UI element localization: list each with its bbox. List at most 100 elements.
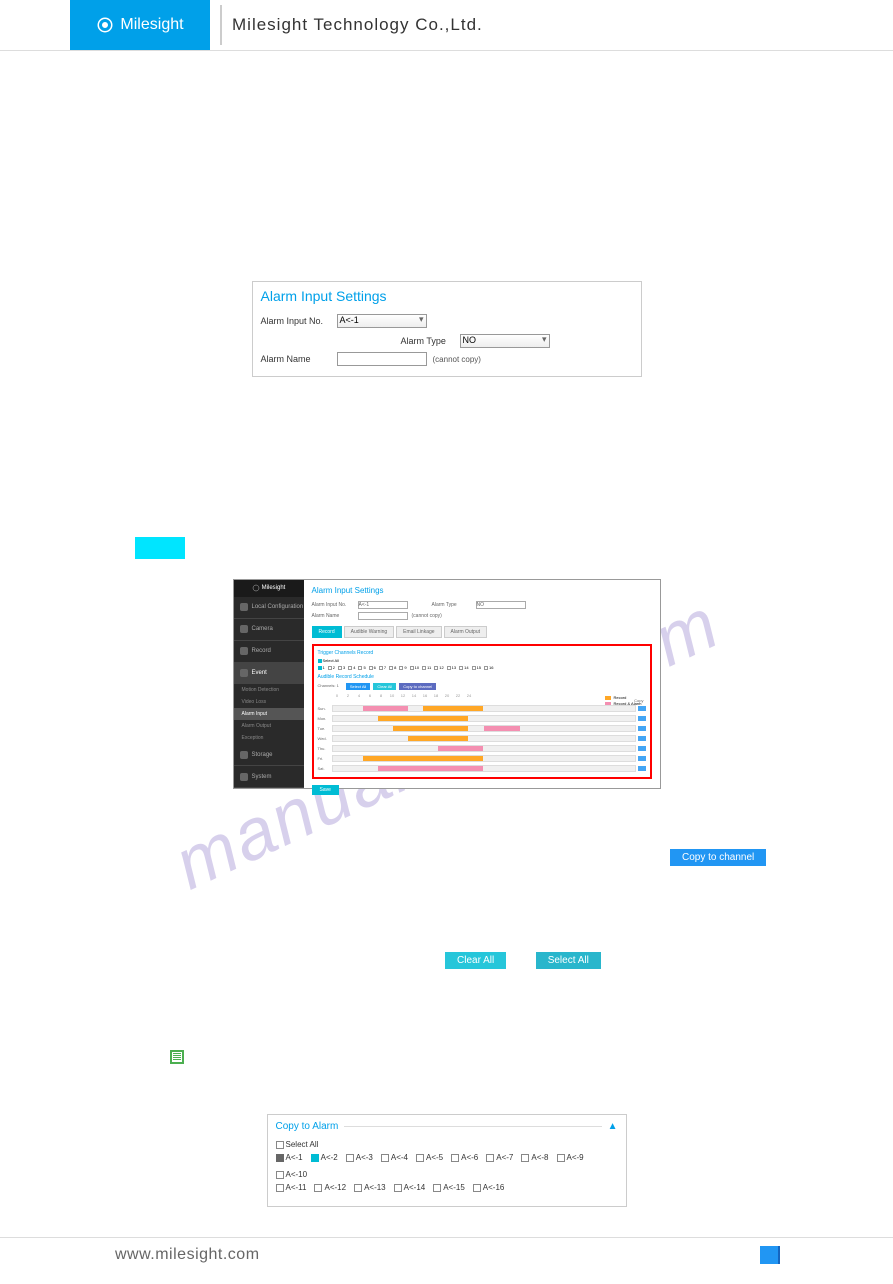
checkbox-icon[interactable] <box>311 1154 319 1162</box>
checkbox-icon[interactable] <box>314 1184 322 1192</box>
ss-main: Alarm Input Settings Alarm Input No. A<-… <box>304 580 660 788</box>
schedule-bar-fri[interactable] <box>332 755 636 762</box>
select-all-button[interactable]: Select All <box>536 952 601 969</box>
checkbox-icon[interactable] <box>472 666 476 670</box>
ais-name-note: (cannot copy) <box>433 355 481 364</box>
tab-record[interactable]: Record <box>312 626 342 638</box>
schedule-bar-wed[interactable] <box>332 735 636 742</box>
ss-name-input[interactable] <box>358 612 408 620</box>
sidebar-sub-videoloss[interactable]: Video Loss <box>234 696 304 708</box>
checkbox-icon[interactable] <box>394 1184 402 1192</box>
checkbox-icon[interactable] <box>434 666 438 670</box>
checkbox-icon[interactable] <box>473 1184 481 1192</box>
checkbox-icon[interactable] <box>422 666 426 670</box>
checkbox-icon[interactable] <box>318 666 322 670</box>
ss-name-note: (cannot copy) <box>412 613 442 619</box>
page-header: Milesight Milesight Technology Co.,Ltd. <box>0 0 893 50</box>
sidebar-sub-alarm-input[interactable]: Alarm Input <box>234 708 304 720</box>
sidebar-item-storage[interactable]: Storage <box>234 744 304 766</box>
checkbox-icon[interactable] <box>358 666 362 670</box>
checkbox-icon[interactable] <box>389 666 393 670</box>
page-footer: www.milesight.com <box>0 1237 893 1284</box>
checkbox-icon[interactable] <box>276 1141 284 1149</box>
ss-clear-all-button[interactable]: Clear All <box>373 683 396 690</box>
checkbox-icon[interactable] <box>451 1154 459 1162</box>
checkbox-icon[interactable] <box>379 666 383 670</box>
checkbox-icon[interactable] <box>381 1154 389 1162</box>
ss-copy-channel-button[interactable]: Copy to channel <box>399 683 436 690</box>
ais-type-label: Alarm Type <box>401 336 456 346</box>
schedule-bar-thu[interactable] <box>332 745 636 752</box>
ss-type-select[interactable]: NO <box>476 601 526 609</box>
gear-icon <box>240 603 248 611</box>
checkbox-icon[interactable] <box>276 1184 284 1192</box>
checkbox-icon[interactable] <box>410 666 414 670</box>
clear-all-button[interactable]: Clear All <box>445 952 506 969</box>
header-rule <box>0 50 893 51</box>
schedule-bar-sat[interactable] <box>332 765 636 772</box>
copy-icon[interactable] <box>638 766 646 771</box>
checkbox-icon[interactable] <box>447 666 451 670</box>
checkbox-icon[interactable] <box>276 1171 284 1179</box>
legend-swatch-record <box>605 696 611 700</box>
checkbox-icon[interactable] <box>433 1184 441 1192</box>
checkbox-icon[interactable] <box>328 666 332 670</box>
sidebar-sub-exception[interactable]: Exception <box>234 732 304 744</box>
ss-tabs: Record Audible Warning Email Linkage Ala… <box>312 626 652 638</box>
checkbox-icon[interactable] <box>318 659 322 663</box>
highlight-block <box>135 537 185 559</box>
schedule-bar-mon[interactable] <box>332 715 636 722</box>
system-icon <box>240 773 248 781</box>
tab-audible[interactable]: Audible Warning <box>344 626 395 638</box>
divider-line <box>344 1126 601 1127</box>
checkbox-icon[interactable] <box>346 1154 354 1162</box>
ais-input-no-select[interactable]: A<-1 <box>337 314 427 328</box>
checkbox-icon[interactable] <box>354 1184 362 1192</box>
ais-name-input[interactable] <box>337 352 427 366</box>
copy-to-channel-button[interactable]: Copy to channel <box>670 849 766 866</box>
chevron-up-icon[interactable]: ▲ <box>608 1121 618 1132</box>
checkbox-icon[interactable] <box>416 1154 424 1162</box>
ais-input-no-label: Alarm Input No. <box>261 316 331 326</box>
checkbox-icon[interactable] <box>348 666 352 670</box>
brand-logo: Milesight <box>70 0 210 50</box>
schedule-bar-sun[interactable] <box>332 705 636 712</box>
tab-email[interactable]: Email Linkage <box>396 626 441 638</box>
sidebar-item-record[interactable]: Record <box>234 641 304 663</box>
sidebar-item-local[interactable]: Local Configuration <box>234 597 304 619</box>
checkbox-icon[interactable] <box>484 666 488 670</box>
copy-alarm-title: Copy to Alarm <box>276 1121 339 1132</box>
tab-alarm-output[interactable]: Alarm Output <box>444 626 487 638</box>
sidebar-sub-alarm-output[interactable]: Alarm Output <box>234 720 304 732</box>
ss-select-all-button[interactable]: Select All <box>346 683 370 690</box>
checkbox-icon[interactable] <box>369 666 373 670</box>
copy-icon[interactable] <box>638 756 646 761</box>
ss-section-trigger: Trigger Channels Record <box>318 650 646 656</box>
checkbox-icon[interactable] <box>521 1154 529 1162</box>
ais-type-select[interactable]: NO <box>460 334 550 348</box>
copy-icon[interactable] <box>638 736 646 741</box>
ss-title: Alarm Input Settings <box>312 586 652 595</box>
save-button[interactable]: Save <box>312 785 339 795</box>
checkbox-icon[interactable] <box>338 666 342 670</box>
sidebar-item-event[interactable]: Event <box>234 663 304 685</box>
ss-type-label: Alarm Type <box>432 602 472 608</box>
eye-icon <box>252 584 260 592</box>
ss-input-no-select[interactable]: A<-1 <box>358 601 408 609</box>
ss-highlighted-region: Trigger Channels Record Select All 1 2 3… <box>312 644 652 779</box>
checkbox-icon[interactable] <box>276 1154 284 1162</box>
spreadsheet-icon <box>170 1050 184 1064</box>
checkbox-icon[interactable] <box>399 666 403 670</box>
sidebar-item-system[interactable]: System <box>234 766 304 788</box>
ss-channels-label: Channels: 1 <box>318 683 339 690</box>
checkbox-icon[interactable] <box>486 1154 494 1162</box>
copy-icon[interactable] <box>638 746 646 751</box>
checkbox-icon[interactable] <box>557 1154 565 1162</box>
copy-icon[interactable] <box>638 726 646 731</box>
schedule-bar-tue[interactable] <box>332 725 636 732</box>
copy-icon[interactable] <box>638 716 646 721</box>
sidebar-item-camera[interactable]: Camera <box>234 619 304 641</box>
checkbox-icon[interactable] <box>459 666 463 670</box>
copy-to-alarm-panel: Copy to Alarm ▲ Select All A<-1 A<-2 A<-… <box>267 1114 627 1207</box>
sidebar-sub-motion[interactable]: Motion Detection <box>234 684 304 696</box>
